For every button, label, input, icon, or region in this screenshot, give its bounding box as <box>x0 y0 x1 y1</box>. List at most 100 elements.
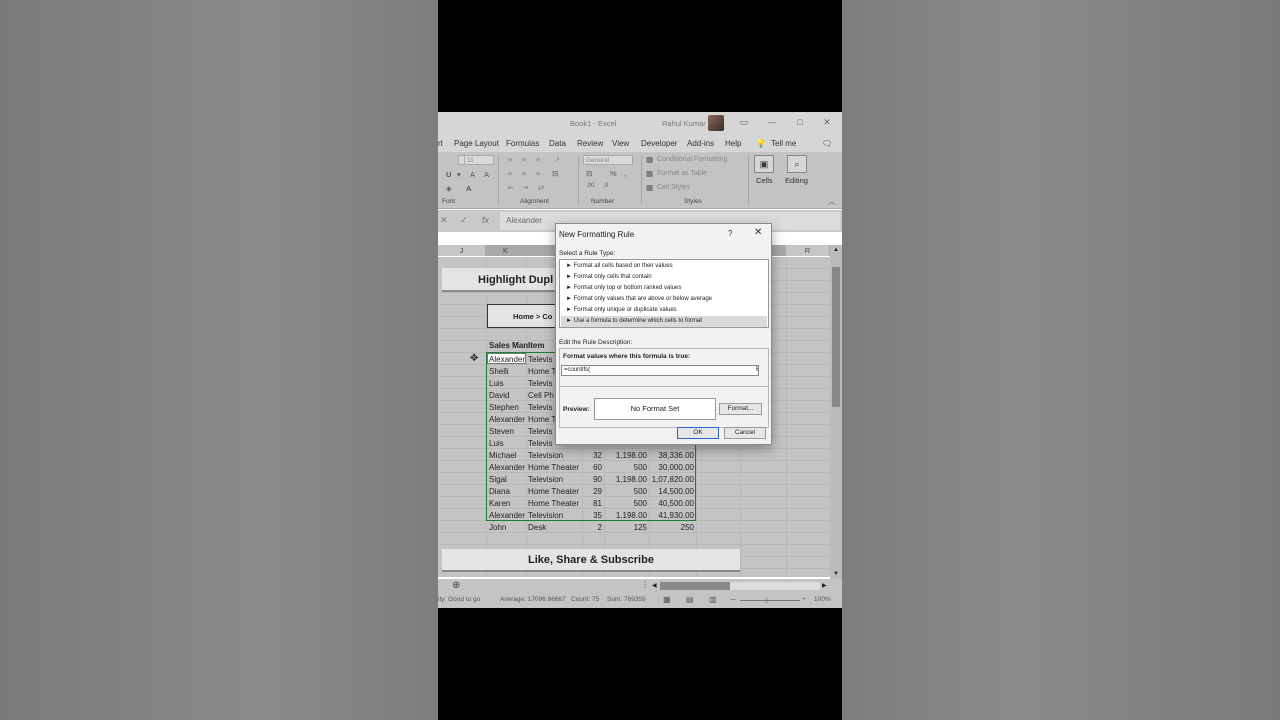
cell-item[interactable]: Televis <box>528 379 552 388</box>
increase-decimal-icon[interactable]: .00 <box>586 183 594 189</box>
zoom-slider[interactable] <box>740 600 800 601</box>
ribbon-display-icon[interactable]: ▭ <box>738 116 750 128</box>
align-center-icon[interactable]: ≡ <box>522 169 526 178</box>
scroll-right-icon[interactable]: ▶ <box>822 582 827 589</box>
percent-icon[interactable]: % <box>610 169 617 178</box>
cell-item[interactable]: Home Theater <box>528 487 579 496</box>
zoom-in-icon[interactable]: + <box>802 596 806 603</box>
rule-type-item-selected[interactable]: ► Use a formula to determine which cells… <box>561 316 767 327</box>
align-middle-icon[interactable]: ≡ <box>522 155 526 164</box>
cell-qty[interactable]: 29 <box>582 487 602 496</box>
tab-developer[interactable]: Developer <box>641 139 677 148</box>
cell-name[interactable]: John <box>489 523 506 532</box>
scroll-down-icon[interactable]: ▼ <box>833 571 839 577</box>
rule-type-item[interactable]: ► Format all cells based on their values <box>561 261 767 272</box>
tab-insert[interactable]: rt <box>438 139 443 148</box>
wrap-text-icon[interactable]: ⇄ <box>538 183 544 192</box>
horizontal-scrollbar[interactable] <box>660 582 820 590</box>
cell-total[interactable]: 1,07,820.00 <box>649 475 694 484</box>
rule-type-item[interactable]: ► Format only top or bottom ranked value… <box>561 283 767 294</box>
cell-item[interactable]: Home Theater <box>528 463 579 472</box>
orientation-icon[interactable]: ↗ <box>554 155 560 164</box>
avatar[interactable] <box>708 115 724 131</box>
insert-function-icon[interactable]: fx <box>482 215 489 225</box>
accounting-format-icon[interactable]: ⊟ <box>586 169 592 178</box>
cell-price[interactable]: 1,198.00 <box>604 451 647 460</box>
page-layout-view-icon[interactable]: ▤ <box>686 595 694 604</box>
cell-styles-button[interactable]: Cell Styles <box>657 184 690 191</box>
cell-name[interactable]: Steven <box>489 427 514 436</box>
cell-qty[interactable]: 35 <box>582 511 602 520</box>
cell-qty[interactable]: 90 <box>582 475 602 484</box>
cell-item[interactable]: Television <box>528 511 563 520</box>
tab-tell-me[interactable]: Tell me <box>771 139 796 148</box>
format-button[interactable]: Format... <box>719 403 762 415</box>
cell-item[interactable]: Televis <box>528 403 552 412</box>
cell-name[interactable]: Alexander <box>489 355 525 364</box>
number-format-dropdown[interactable]: General <box>583 155 633 165</box>
decrease-indent-icon[interactable]: ⇤ <box>508 183 514 192</box>
comma-style-icon[interactable]: , <box>624 169 626 178</box>
cells-button[interactable]: Cells <box>756 176 773 185</box>
cell-total[interactable]: 41,930.00 <box>649 511 694 520</box>
column-header-j[interactable]: J <box>438 245 486 256</box>
cell-name[interactable]: Sigal <box>489 475 507 484</box>
cell-item[interactable]: Cell Ph <box>528 391 554 400</box>
minimize-icon[interactable]: — <box>766 116 778 128</box>
cell-item[interactable]: Desk <box>528 523 546 532</box>
close-window-icon[interactable]: ✕ <box>821 116 833 128</box>
cell-total[interactable]: 250 <box>649 523 694 532</box>
tab-view[interactable]: View <box>612 139 629 148</box>
cell-item[interactable]: Televis <box>528 427 552 436</box>
formula-field[interactable]: =countifs( <box>561 365 759 376</box>
cell-name[interactable]: Michael <box>489 451 517 460</box>
align-bottom-icon[interactable]: ≡ <box>536 155 540 164</box>
cancel-entry-icon[interactable]: ✕ <box>440 215 448 226</box>
tab-page-layout[interactable]: Page Layout <box>454 139 499 148</box>
cell-price[interactable]: 500 <box>604 499 647 508</box>
cell-item[interactable]: Home T <box>528 415 556 424</box>
zoom-out-icon[interactable]: — <box>730 596 737 603</box>
fill-color-icon[interactable]: ◈ <box>446 184 452 193</box>
tab-data[interactable]: Data <box>549 139 566 148</box>
cell-total[interactable]: 14,500.00 <box>649 487 694 496</box>
decrease-font-icon[interactable]: A <box>484 170 489 179</box>
increase-font-icon[interactable]: A <box>470 170 475 179</box>
add-sheet-icon[interactable]: ⊕ <box>452 580 460 591</box>
tab-help[interactable]: Help <box>725 139 741 148</box>
align-left-icon[interactable]: ≡ <box>508 169 512 178</box>
more-options-icon[interactable]: ⋮ <box>641 580 649 589</box>
cell-name[interactable]: Stephen <box>489 403 519 412</box>
column-header-k[interactable]: K <box>486 245 526 256</box>
align-right-icon[interactable]: ≡ <box>536 169 540 178</box>
rule-type-item[interactable]: ► Format only values that are above or b… <box>561 294 767 305</box>
tab-add-ins[interactable]: Add-ins <box>687 139 714 148</box>
cell-item[interactable]: Home T <box>528 367 556 376</box>
page-break-view-icon[interactable]: ▥ <box>709 595 717 604</box>
tab-formulas[interactable]: Formulas <box>506 139 539 148</box>
ok-button[interactable]: OK <box>677 427 719 439</box>
accessibility-status[interactable]: ity: Good to go <box>438 596 480 603</box>
dropdown-icon[interactable]: ▾ <box>457 170 461 179</box>
comments-icon[interactable]: 🗨 <box>822 139 832 148</box>
scrollbar-thumb[interactable] <box>832 267 840 407</box>
cell-name[interactable]: Diana <box>489 487 510 496</box>
font-size-box[interactable]: 11 <box>464 155 494 165</box>
cell-price[interactable]: 500 <box>604 463 647 472</box>
cell-price[interactable]: 1,198.00 <box>604 511 647 520</box>
help-icon[interactable]: ? <box>728 229 732 238</box>
cell-item[interactable]: Home Theater <box>528 499 579 508</box>
rule-type-item[interactable]: ► Format only cells that contain <box>561 272 767 283</box>
maximize-icon[interactable]: □ <box>794 116 806 128</box>
cell-name[interactable]: David <box>489 391 509 400</box>
format-as-table-button[interactable]: Format as Table <box>657 170 707 177</box>
editing-button[interactable]: Editing <box>785 176 808 185</box>
cell-qty[interactable]: 2 <box>582 523 602 532</box>
horizontal-scrollbar-thumb[interactable] <box>660 582 730 590</box>
scroll-up-icon[interactable]: ▲ <box>833 247 839 253</box>
merge-icon[interactable]: ⊟ <box>552 169 558 178</box>
rule-type-item[interactable]: ► Format only unique or duplicate values <box>561 305 767 316</box>
cell-name[interactable]: Alexander <box>489 463 525 472</box>
cell-price[interactable]: 1,198.00 <box>604 475 647 484</box>
cell-name[interactable]: Alexander <box>489 511 525 520</box>
